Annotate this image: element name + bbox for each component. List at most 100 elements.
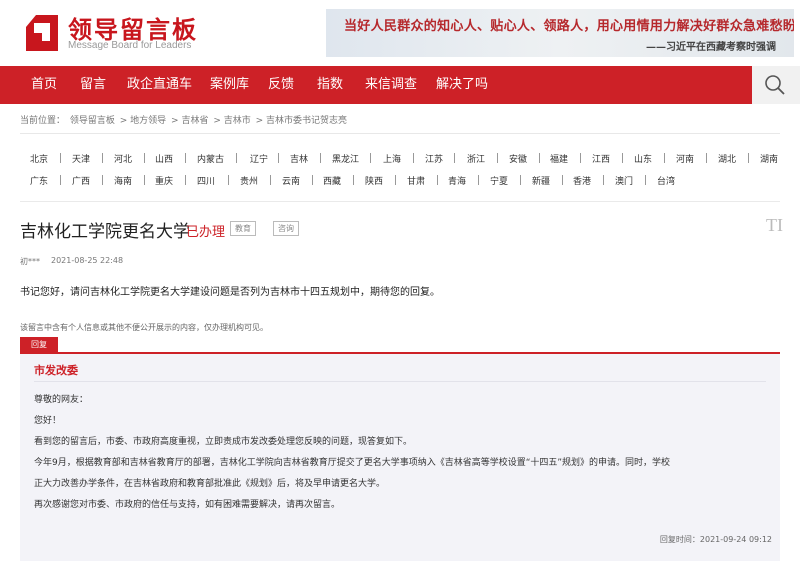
province-link[interactable]: 北京 (30, 152, 48, 165)
province-separator (185, 153, 186, 163)
banner-quote: ——习近平在西藏考察时强调 (646, 42, 776, 53)
province-link[interactable]: 安徽 (509, 152, 527, 165)
province-separator (497, 153, 498, 163)
message-time: 2021-08-25 22:48 (51, 256, 124, 265)
search-button[interactable] (752, 66, 800, 104)
breadcrumb-item[interactable]: 吉林市 (224, 116, 251, 126)
province-link[interactable]: 黑龙江 (332, 152, 359, 165)
province-link[interactable]: 山西 (155, 152, 173, 165)
province-link[interactable]: 澳门 (615, 174, 633, 187)
province-separator (454, 153, 455, 163)
reply-line: 您好！ (34, 416, 62, 426)
province-link[interactable]: 辽宁 (250, 152, 268, 165)
province-separator (144, 175, 145, 185)
province-link[interactable]: 天津 (72, 152, 90, 165)
divider (20, 201, 780, 202)
province-separator (645, 175, 646, 185)
nav-item-message[interactable]: 留言 (80, 66, 106, 104)
province-link[interactable]: 云南 (282, 174, 300, 187)
breadcrumb-item[interactable]: 领导留言板 (70, 116, 115, 126)
nav-item-enterprise[interactable]: 政企直通车 (127, 66, 192, 104)
province-link[interactable]: 陕西 (365, 174, 383, 187)
site-subtitle: Message Board for Leaders (68, 40, 192, 51)
search-icon (765, 75, 785, 95)
reply-line: 尊敬的网友： (34, 395, 89, 405)
font-size-icon[interactable]: TI (766, 215, 783, 236)
province-link[interactable]: 湖北 (718, 152, 736, 165)
logo-icon[interactable] (22, 13, 62, 53)
reply-box: 市发改委 尊敬的网友： 您好！ 看到您的留言后，市委、市政府高度重视，立即责成市… (20, 352, 780, 561)
province-link[interactable]: 内蒙古 (197, 152, 224, 165)
province-link[interactable]: 青海 (448, 174, 466, 187)
province-separator (478, 175, 479, 185)
province-link[interactable]: 河北 (114, 152, 132, 165)
province-separator (60, 175, 61, 185)
province-separator (185, 175, 186, 185)
nav-item-home[interactable]: 首页 (31, 66, 57, 104)
province-separator (520, 175, 521, 185)
province-link[interactable]: 广东 (30, 174, 48, 187)
province-separator (144, 153, 145, 163)
reply-line: 再次感谢您对市委、市政府的信任与支持，如有困难需要解决，请再次留言。 (34, 500, 341, 510)
province-separator (539, 153, 540, 163)
province-separator (278, 153, 279, 163)
province-separator (102, 175, 103, 185)
province-separator (664, 153, 665, 163)
province-link[interactable]: 吉林 (290, 152, 308, 165)
nav-item-index[interactable]: 指数 (317, 66, 343, 104)
privacy-note: 该留言中含有个人信息或其他不便公开展示的内容，仅办理机构可见。 (20, 323, 268, 332)
province-separator (228, 175, 229, 185)
province-link[interactable]: 福建 (550, 152, 568, 165)
province-separator (748, 153, 749, 163)
province-link[interactable]: 新疆 (532, 174, 550, 187)
province-link[interactable]: 河南 (676, 152, 694, 165)
nav-item-survey[interactable]: 来信调查 (365, 66, 417, 104)
province-link[interactable]: 重庆 (155, 174, 173, 187)
province-link[interactable]: 湖南 (760, 152, 778, 165)
province-link[interactable]: 上海 (383, 152, 401, 165)
province-separator (270, 175, 271, 185)
province-separator (622, 153, 623, 163)
breadcrumb-prefix: 当前位置： (20, 116, 66, 126)
province-link[interactable]: 西藏 (323, 174, 341, 187)
tag-education[interactable]: 教育 (230, 221, 256, 236)
reply-line: 看到您的留言后，市委、市政府高度重视，立即责成市发改委处理您反映的问题，现答复如… (34, 437, 413, 447)
province-separator (603, 175, 604, 185)
province-link[interactable]: 江苏 (425, 152, 443, 165)
nav-item-feedback[interactable]: 反馈 (268, 66, 294, 104)
province-link[interactable]: 台湾 (657, 174, 675, 187)
message-author: 初*** (20, 257, 40, 266)
province-separator (102, 153, 103, 163)
province-link[interactable]: 浙江 (467, 152, 485, 165)
province-link[interactable]: 香港 (573, 174, 591, 187)
breadcrumb: 当前位置： 领导留言板 > 地方领导 > 吉林省 > 吉林市 > 吉林市委书记贺… (20, 116, 348, 126)
main-nav: 首页 留言 政企直通车 案例库 反馈 指数 来信调查 解决了吗 (0, 66, 800, 104)
province-link[interactable]: 四川 (197, 174, 215, 187)
province-separator (437, 175, 438, 185)
province-link[interactable]: 贵州 (240, 174, 258, 187)
reply-time: 回复时间：2021-09-24 09:12 (659, 535, 772, 544)
breadcrumb-item[interactable]: 吉林市委书记贺志亮 (266, 116, 347, 126)
province-link[interactable]: 海南 (114, 174, 132, 187)
nav-item-solved[interactable]: 解决了吗 (436, 66, 488, 104)
tag-consult[interactable]: 咨询 (273, 221, 299, 236)
province-separator (60, 153, 61, 163)
breadcrumb-item[interactable]: 地方领导 (130, 116, 166, 126)
reply-line: 今年9月，根据教育部和吉林省教育厅的部署，吉林化工学院向吉林省教育厅提交了更名大… (34, 458, 671, 468)
province-link[interactable]: 江西 (592, 152, 610, 165)
province-separator (236, 153, 237, 163)
divider (34, 381, 766, 382)
province-link[interactable]: 甘肃 (407, 174, 425, 187)
divider (20, 133, 780, 134)
province-separator (395, 175, 396, 185)
province-separator (353, 175, 354, 185)
banner-text: 当好人民群众的知心人、贴心人、领路人，用心用情用力解决好群众急难愁盼问题。 (344, 19, 794, 34)
province-link[interactable]: 山东 (634, 152, 652, 165)
breadcrumb-item[interactable]: 吉林省 (181, 116, 208, 126)
site-header: 领导留言板 Message Board for Leaders 当好人民群众的知… (0, 0, 800, 66)
province-link[interactable]: 宁夏 (490, 174, 508, 187)
province-separator (562, 175, 563, 185)
province-link[interactable]: 广西 (72, 174, 90, 187)
slogan-banner: 当好人民群众的知心人、贴心人、领路人，用心用情用力解决好群众急难愁盼问题。 ——… (326, 9, 794, 57)
nav-item-cases[interactable]: 案例库 (210, 66, 249, 104)
